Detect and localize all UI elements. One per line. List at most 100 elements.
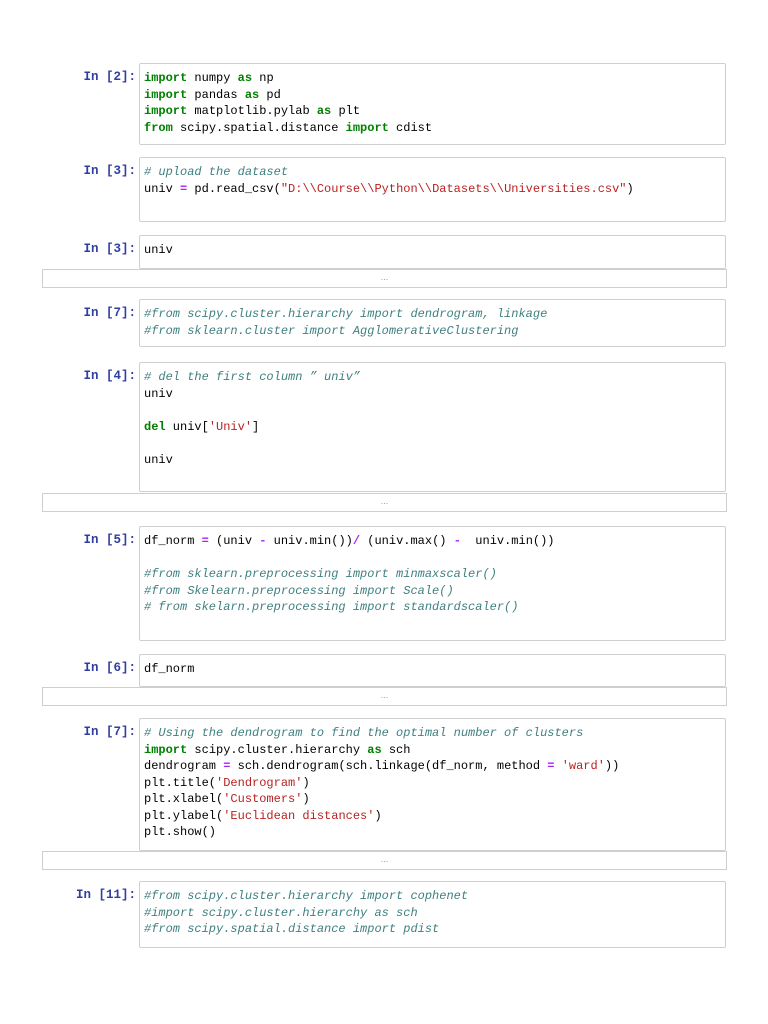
code-line: univ = pd.read_csv("D:\\Course\\Python\\… (144, 181, 725, 198)
code-cell[interactable]: # Using the dendrogram to find the optim… (139, 718, 726, 851)
code-line: plt.xlabel('Customers') (144, 791, 725, 808)
code-line: dendrogram = sch.dendrogram(sch.linkage(… (144, 758, 725, 775)
code-line: del univ['Univ'] (144, 419, 725, 436)
cell-prompt: In [3]: (83, 242, 136, 256)
code-token: plt (331, 104, 361, 118)
code-cell[interactable]: #from scipy.cluster.hierarchy import den… (139, 299, 726, 347)
code-token: sch (381, 742, 411, 757)
code-token: 'Euclidean distances' (223, 808, 375, 823)
code-token: import (144, 71, 188, 85)
code-token: univ.min()) (460, 534, 555, 548)
code-token: univ (144, 452, 173, 467)
code-cell[interactable]: # upload the dataset univ = pd.read_csv("… (139, 157, 726, 222)
code-line: #from scipy.spatial.distance import pdis… (144, 921, 725, 938)
cell-prompt: In [11]: (75, 888, 136, 902)
code-line: plt.ylabel('Euclidean distances') (144, 808, 725, 825)
code-line: import matplotlib.pylab as plt (144, 103, 725, 120)
code-token: #from scipy.cluster.hierarchy import cop… (144, 889, 469, 903)
code-token: = (201, 534, 209, 548)
code-token: #import scipy.cluster.hierarchy as sch (144, 905, 418, 920)
code-line: univ (144, 242, 725, 259)
code-line: #from sklearn.cluster import Agglomerati… (144, 323, 725, 340)
code-token: np (252, 71, 274, 85)
code-token: # Using the dendrogram to find the optim… (144, 726, 584, 740)
code-token: #from sklearn.cluster import Agglomerati… (144, 323, 519, 338)
code-cell[interactable]: df_norm = (univ - univ.min())/ (univ.max… (139, 526, 726, 641)
code-token: / (352, 534, 361, 548)
code-token: (univ (208, 534, 260, 548)
code-line: import scipy.cluster.hierarchy as sch (144, 742, 725, 759)
code-token: df_norm (144, 534, 202, 548)
code-line: #from scipy.cluster.hierarchy import cop… (144, 888, 725, 905)
code-token: import (144, 104, 188, 118)
code-cell[interactable]: df_norm (139, 654, 726, 687)
cell-prompt: In [7]: (83, 725, 136, 739)
collapsed-output[interactable]: ... (42, 851, 727, 870)
code-line: #from sklearn.preprocessing import minma… (144, 566, 725, 583)
code-line: df_norm = (univ - univ.min())/ (univ.max… (144, 533, 725, 550)
code-token: as (244, 87, 260, 102)
collapsed-output[interactable]: ... (42, 269, 727, 288)
code-token: plt.ylabel( (144, 808, 224, 823)
code-token: pd.read_csv( (187, 181, 281, 196)
code-token: pandas (187, 87, 245, 102)
code-token: ) (626, 181, 634, 196)
code-token: cdist (388, 120, 433, 135)
code-line: # upload the dataset (144, 164, 725, 181)
cell-prompt: In [7]: (83, 306, 136, 320)
cell-prompt: In [3]: (83, 164, 136, 178)
code-token: univ (144, 243, 173, 257)
collapsed-output[interactable]: ... (42, 687, 727, 706)
code-line: # Using the dendrogram to find the optim… (144, 725, 725, 742)
code-token: # del the first column ” univ” (144, 370, 361, 384)
code-token: import (144, 87, 188, 102)
code-token: #from Skelearn.preprocessing import Scal… (144, 583, 454, 598)
code-line: import pandas as pd (144, 87, 725, 104)
code-cell[interactable]: #from scipy.cluster.hierarchy import cop… (139, 881, 726, 948)
code-cell[interactable]: # del the first column ” univ” univ del un… (139, 362, 726, 492)
code-token: as (367, 742, 382, 757)
code-token: ) (302, 792, 310, 806)
code-token: scipy.cluster.hierarchy (187, 742, 368, 757)
code-line: univ (144, 452, 725, 469)
code-token: pd (259, 87, 281, 102)
code-token: #from sklearn.preprocessing import minma… (144, 567, 497, 581)
collapsed-output[interactable]: ... (42, 493, 727, 512)
code-token: from (144, 120, 173, 135)
code-token: plt.xlabel( (144, 792, 224, 806)
code-line: df_norm (144, 661, 725, 678)
code-token: 'Dendrogram' (216, 775, 303, 790)
code-token: as (316, 104, 332, 118)
code-line: # del the first column ” univ” (144, 369, 725, 386)
code-token: # upload the dataset (144, 165, 289, 179)
code-token: ) (374, 808, 382, 823)
code-token: )) (604, 759, 620, 773)
code-token: as (237, 71, 253, 85)
code-line: import numpy as np (144, 70, 725, 87)
code-token: import (345, 120, 389, 135)
code-token: import (144, 742, 188, 757)
code-token: dendrogram (144, 759, 224, 773)
code-token: - (453, 534, 461, 548)
code-line: plt.title('Dendrogram') (144, 775, 725, 792)
code-token: #from scipy.cluster.hierarchy import den… (144, 307, 548, 321)
code-token: #from scipy.spatial.distance import pdis… (144, 922, 440, 936)
code-token: numpy (187, 71, 238, 85)
code-token: 'Customers' (223, 792, 303, 806)
code-cell[interactable]: import numpy as np import pandas as pd imp… (139, 63, 726, 145)
code-line: plt.show() (144, 824, 725, 841)
code-line: # from skelarn.preprocessing import stan… (144, 599, 725, 616)
code-token: univ.min()) (266, 534, 353, 548)
cell-prompt: In [5]: (83, 533, 136, 547)
code-token: # from skelarn.preprocessing import stan… (144, 600, 519, 614)
code-token: del (144, 419, 166, 434)
code-line: #from Skelearn.preprocessing import Scal… (144, 583, 725, 600)
code-line: #from scipy.cluster.hierarchy import den… (144, 306, 725, 323)
code-token: scipy.spatial.distance (172, 120, 346, 135)
code-cell[interactable]: univ (139, 235, 726, 269)
code-token: plt.show() (144, 825, 217, 839)
